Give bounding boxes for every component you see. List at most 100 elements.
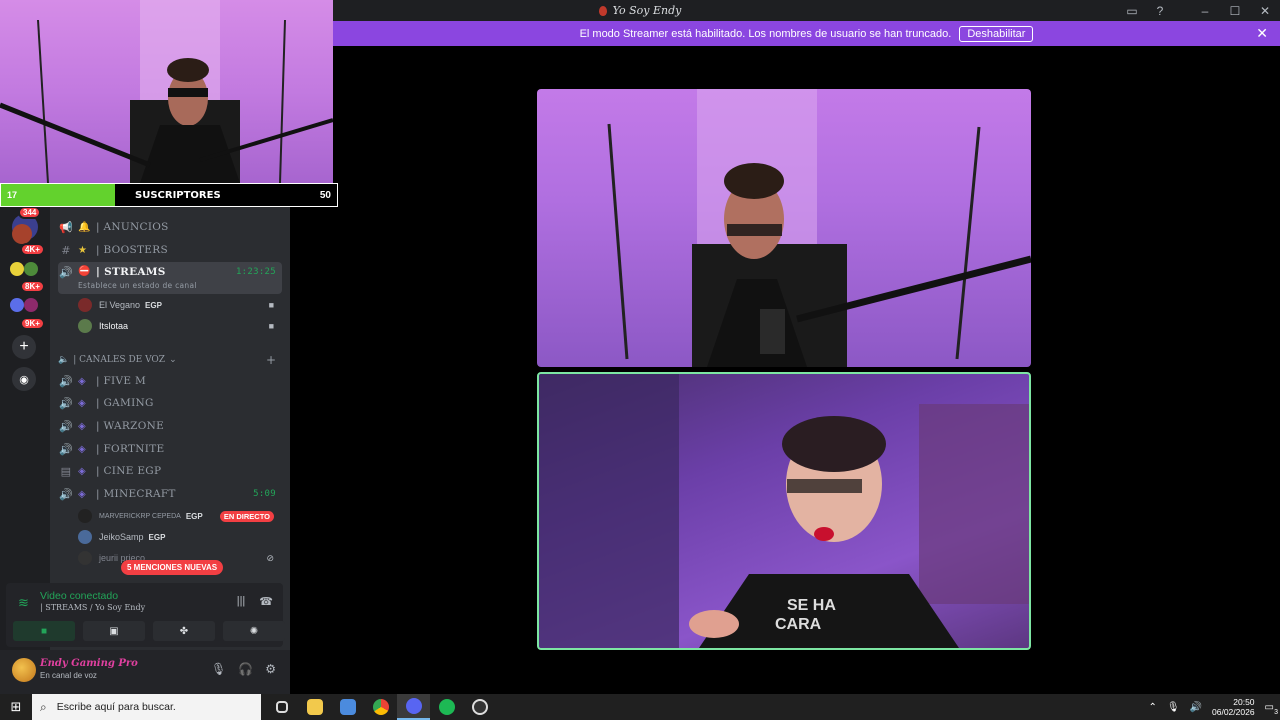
voice-buttons: ■ ▣ ✤ ✺ xyxy=(13,621,285,641)
notification-icon[interactable]: ▭ 3 xyxy=(1265,702,1278,716)
microphone-icon[interactable]: 🎙 xyxy=(1167,702,1180,713)
disable-button[interactable]: Deshabilitar xyxy=(959,25,1034,42)
spotify-icon[interactable] xyxy=(430,694,463,720)
no-entry-icon: ⛔ xyxy=(78,266,91,277)
signal-icon[interactable]: ≋ xyxy=(18,595,29,611)
sub-goal-progress xyxy=(1,184,115,206)
star-icon: ★ xyxy=(78,244,88,256)
channel-name: | CINE EGP xyxy=(96,465,162,477)
file-explorer-icon[interactable] xyxy=(298,694,331,720)
taskbar-search[interactable]: ⌕ Escribe aquí para buscar. xyxy=(32,694,261,720)
user-name[interactable]: Endy Gaming Pro xyxy=(40,658,138,669)
chrome-icon[interactable] xyxy=(364,694,397,720)
mention-badge: 9K+ xyxy=(20,317,45,330)
close-button[interactable]: ✕ xyxy=(1250,0,1280,21)
video-tile-secondary[interactable]: SE HA CARA xyxy=(537,372,1031,650)
voice-user[interactable]: MARVERICKRP CEPEDA EGP EN DIRECTO xyxy=(78,506,282,526)
activities-button[interactable]: ✤ xyxy=(153,621,215,641)
video-tile-main[interactable] xyxy=(537,89,1031,367)
sub-current-count: 17 xyxy=(7,190,18,200)
channel-anuncios[interactable]: 📢 🔔 | ANUNCIOS xyxy=(58,216,282,238)
channel-boosters[interactable]: # ★ | BOOSTERS xyxy=(58,239,282,261)
user-name: JeikoSamp xyxy=(99,532,144,542)
explore-icon[interactable]: ◉ xyxy=(12,367,36,391)
server-icon[interactable] xyxy=(24,298,38,312)
channel-streams[interactable]: 🔊 ⛔ | STREAMS 1:23:25 Establece un estad… xyxy=(58,262,282,294)
gear-icon[interactable]: ⚙ xyxy=(265,662,276,676)
avatar[interactable] xyxy=(12,658,36,682)
channel-five-m[interactable]: 🔊 ◈ | FIVE M xyxy=(58,370,282,392)
channel-name: | FORTNITE xyxy=(96,443,165,455)
user-tag: EGP xyxy=(185,511,203,521)
speaker-icon: 🔊 xyxy=(59,396,73,410)
channel-cine-egp[interactable]: ▤ ◈ | CINE EGP xyxy=(58,460,282,482)
voice-category-header[interactable]: 🔈 | CANALES DE VOZ ⌄ + xyxy=(58,353,282,367)
server-icon[interactable] xyxy=(24,262,38,276)
logo-icon: ◈ xyxy=(78,488,86,500)
channel-name: | STREAMS xyxy=(96,266,166,278)
channel-name: | GAMING xyxy=(96,397,154,409)
server-icon[interactable] xyxy=(12,224,32,244)
channel-fortnite[interactable]: 🔊 ◈ | FORTNITE xyxy=(58,438,282,460)
minimize-button[interactable]: – xyxy=(1190,0,1220,21)
sub-goal-label: SUSCRIPTORES xyxy=(135,189,221,201)
channel-name: | BOOSTERS xyxy=(96,244,168,256)
add-channel-icon[interactable]: + xyxy=(266,353,276,367)
window-title-text: Yo Soy Endy xyxy=(612,4,682,17)
chevron-down-icon: ⌄ xyxy=(169,355,177,365)
system-tray: ⌃ 🎙 🔊 20:50 06/02/2026 ▭ 3 xyxy=(1148,694,1280,720)
discord-window: Yo Soy Endy ▭ ? – ☐ ✕ 344 4K+ 8K+ 9K+ + … xyxy=(0,0,1280,720)
server-icon[interactable] xyxy=(10,262,24,276)
speaker-icon: 🔊 xyxy=(59,266,73,279)
task-view-icon[interactable] xyxy=(265,694,298,720)
voice-user[interactable]: JeikoSamp EGP xyxy=(78,527,282,547)
facecam-image xyxy=(0,0,333,183)
muted-icon: ⊘ xyxy=(266,552,274,563)
voice-actions: ||| ☎ xyxy=(237,595,273,608)
microphone-icon[interactable]: 🎙 xyxy=(211,662,226,676)
streamer-mode-banner: El modo Streamer está habilitado. Los no… xyxy=(333,21,1280,46)
server-icon[interactable] xyxy=(10,298,24,312)
avatar xyxy=(78,530,92,544)
help-icon[interactable]: ? xyxy=(1146,0,1174,21)
camera-icon: ■ xyxy=(268,300,274,310)
channel-warzone[interactable]: 🔊 ◈ | WARZONE xyxy=(58,415,282,437)
screen-share-button[interactable]: ▣ xyxy=(83,621,145,641)
logo-icon: ◈ xyxy=(78,420,86,432)
obs-icon[interactable] xyxy=(463,694,496,720)
store-icon[interactable] xyxy=(331,694,364,720)
headphones-icon[interactable]: 🎧 xyxy=(238,662,253,676)
camera-button[interactable]: ■ xyxy=(13,621,75,641)
voice-user[interactable]: Itslotaa ■ xyxy=(78,316,282,336)
channel-name: | FIVE M xyxy=(96,375,147,387)
add-server-icon[interactable]: + xyxy=(12,335,36,359)
soundboard-button[interactable]: ✺ xyxy=(223,621,285,641)
windows-start-icon[interactable]: ⊞ xyxy=(0,694,32,720)
voice-status-title[interactable]: Video conectado xyxy=(40,590,118,602)
channel-minecraft[interactable]: 🔊 ◈ | MINECRAFT 5:09 xyxy=(58,483,282,505)
chevron-up-icon[interactable]: ⌃ xyxy=(1148,702,1156,713)
svg-text:CARA: CARA xyxy=(775,616,822,633)
disconnect-icon[interactable]: ☎ xyxy=(259,595,273,608)
channel-gaming[interactable]: 🔊 ◈ | GAMING xyxy=(58,392,282,414)
user-name: MARVERICKRP CEPEDA xyxy=(99,512,181,520)
speaker-icon: 🔈 xyxy=(58,355,70,365)
voice-status-channel[interactable]: | STREAMS / Yo Soy Endy xyxy=(40,603,145,612)
close-icon[interactable]: ✕ xyxy=(1256,25,1268,42)
sub-goal-target: 50 xyxy=(319,189,331,201)
speaker-icon: 🔊 xyxy=(59,374,73,388)
maximize-button[interactable]: ☐ xyxy=(1220,0,1250,21)
avatar xyxy=(78,298,92,312)
inbox-icon[interactable]: ▭ xyxy=(1118,0,1146,21)
discord-icon[interactable] xyxy=(397,694,430,720)
volume-icon[interactable]: 🔊 xyxy=(1190,702,1202,713)
voice-user[interactable]: El Vegano EGP ■ xyxy=(78,295,282,315)
hash-icon: # xyxy=(61,243,71,257)
noise-suppression-icon[interactable]: ||| xyxy=(237,595,246,608)
channel-status[interactable]: Establece un estado de canal xyxy=(78,281,197,290)
new-mentions-pill[interactable]: 5 MENCIONES NUEVAS xyxy=(121,560,224,575)
user-panel: Endy Gaming Pro En canal de voz 🎙 🎧 ⚙ xyxy=(0,650,290,694)
search-placeholder: Escribe aquí para buscar. xyxy=(56,701,176,713)
clock[interactable]: 20:50 06/02/2026 xyxy=(1212,697,1255,717)
clock-time: 20:50 xyxy=(1233,697,1255,707)
